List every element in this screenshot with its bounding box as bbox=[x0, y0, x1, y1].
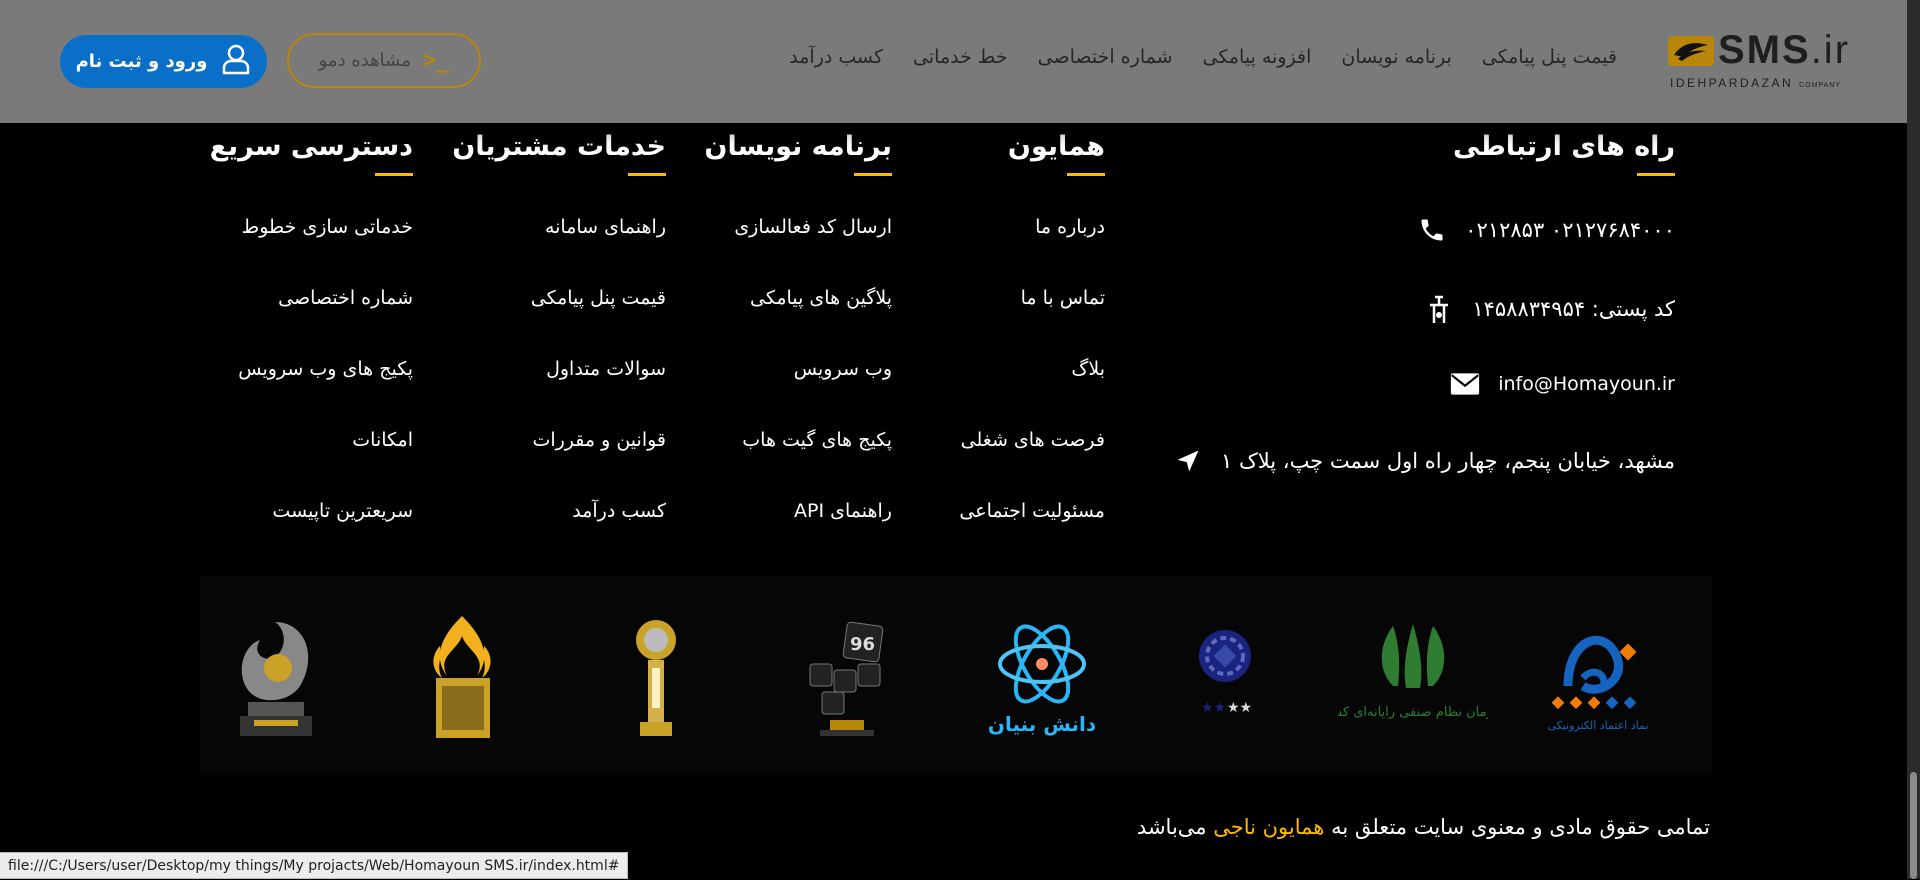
nav-link-dedicated-number[interactable]: شماره اختصاصی bbox=[1038, 46, 1173, 68]
footer-link-github-packages[interactable]: پکیج های گیت هاب bbox=[742, 429, 892, 451]
browser-status-url: file:///C:/Users/user/Desktop/my things/… bbox=[0, 852, 629, 879]
demo-button-label: مشاهده دمو bbox=[318, 50, 411, 71]
idc-award-number: 96 bbox=[850, 634, 875, 655]
homayoun-column: همایون درباره ما تماس با ما بلاگ فرصت ها… bbox=[959, 127, 1105, 571]
nezam-senfi-text: سازمان نظام صنفی رایانه‌ای کشور bbox=[1338, 705, 1488, 720]
daneshbonyan-badge[interactable]: دانش بنیان bbox=[980, 616, 1105, 741]
footer-link-line-service[interactable]: خدماتی سازی خطوط bbox=[242, 216, 413, 238]
footer-link-faq[interactable]: سوالات متداول bbox=[546, 358, 666, 380]
login-button-label: ورود و ثبت نام bbox=[75, 51, 208, 72]
contact-postal: کد پستی: ۱۴۵۸۸۳۴۹۵۴ bbox=[1424, 294, 1675, 324]
footer-link-contact[interactable]: تماس با ما bbox=[1021, 287, 1105, 309]
nezam-senfi-badge[interactable]: سازمان نظام صنفی رایانه‌ای کشور bbox=[1317, 616, 1508, 741]
postal-code: کد پستی: ۱۴۵۸۸۳۴۹۵۴ bbox=[1472, 297, 1675, 321]
enamad-badge[interactable]: نماد اعتماد الکترونیکی bbox=[1538, 616, 1658, 741]
footer-link-panel-price[interactable]: قیمت پنل پیامکی bbox=[531, 287, 666, 309]
footer-link-fastest-typist[interactable]: سریعترین تاپیست bbox=[272, 500, 413, 522]
enamad-badge-text: نماد اعتماد الکترونیکی bbox=[1547, 719, 1648, 732]
footer-link-careers[interactable]: فرصت های شغلی bbox=[961, 429, 1105, 451]
logo-company: IDEHPARDAZAN COMPANY bbox=[1670, 76, 1841, 90]
copyright-owner-link[interactable]: همایون ناجی bbox=[1213, 815, 1324, 839]
footer-link-earn-money[interactable]: کسب درآمد bbox=[572, 500, 666, 522]
location-arrow-icon bbox=[1173, 446, 1203, 476]
customer-services-column: خدمات مشتریان راهنمای سامانه قیمت پنل پی… bbox=[452, 127, 666, 571]
homayoun-heading: همایون bbox=[1007, 131, 1105, 162]
phone-numbers[interactable]: ۰۲۱۲۷۶۸۴۰۰۰ ۰۲۱۲۸۵۳ bbox=[1465, 218, 1675, 242]
copyright-suffix: می‌باشد bbox=[1136, 815, 1207, 839]
contact-heading: راه های ارتباطی bbox=[1453, 131, 1675, 162]
email-link[interactable]: info@Homayoun.ir bbox=[1498, 373, 1675, 395]
phone-icon bbox=[1417, 215, 1447, 245]
heading-underline bbox=[854, 173, 892, 176]
site-header: SMS.ir IDEHPARDAZAN COMPANY قیمت پنل پیام… bbox=[0, 0, 1907, 123]
main-nav: قیمت پنل پیامکی برنامه نویسان افزونه پیا… bbox=[789, 46, 1617, 68]
demo-button[interactable]: مشاهده دمو >_ bbox=[287, 33, 481, 88]
postal-code-icon bbox=[1424, 294, 1454, 324]
terminal-icon: >_ bbox=[422, 48, 450, 73]
customer-services-heading: خدمات مشتریان bbox=[452, 131, 666, 162]
contact-email: info@Homayoun.ir bbox=[1450, 369, 1675, 399]
user-icon bbox=[221, 43, 251, 80]
footer-link-web-service-packages[interactable]: پکیج های وب سرویس bbox=[238, 358, 413, 380]
footer-link-blog[interactable]: بلاگ bbox=[1071, 358, 1105, 380]
golden-trophy-award[interactable] bbox=[620, 616, 690, 741]
heading-underline bbox=[1067, 173, 1105, 176]
footer-link-dedicated-number[interactable]: شماره اختصاصی bbox=[278, 287, 413, 309]
contact-phone: ۰۲۱۲۷۶۸۴۰۰۰ ۰۲۱۲۸۵۳ bbox=[1417, 215, 1675, 245]
logo-wordmark: SMS.ir bbox=[1718, 28, 1851, 72]
svg-text:★★: ★★ bbox=[1201, 700, 1226, 716]
site-logo[interactable]: SMS.ir IDEHPARDAZAN COMPANY bbox=[1668, 28, 1850, 92]
envelope-icon bbox=[1450, 369, 1480, 399]
nav-link-earn-money[interactable]: کسب درآمد bbox=[789, 46, 883, 68]
footer-link-api-guide[interactable]: راهنمای API bbox=[794, 500, 892, 522]
nav-link-sms-plugin[interactable]: افزونه پیامکی bbox=[1203, 46, 1312, 68]
quick-access-heading: دسترسی سریع bbox=[209, 131, 413, 162]
footer-link-social-responsibility[interactable]: مسئولیت اجتماعی bbox=[959, 500, 1105, 522]
footer-link-system-guide[interactable]: راهنمای سامانه bbox=[545, 216, 666, 238]
copyright-prefix: تمامی حقوق مادی و معنوی سایت متعلق به bbox=[1331, 815, 1710, 839]
footer-link-web-service[interactable]: وب سرویس bbox=[794, 358, 892, 380]
copyright-text: تمامی حقوق مادی و معنوی سایت متعلق به هم… bbox=[1137, 815, 1710, 839]
quick-access-column: دسترسی سریع خدماتی سازی خطوط شماره اختصا… bbox=[210, 127, 413, 571]
flame-award[interactable] bbox=[422, 616, 504, 741]
trust-badges: نماد اعتماد الکترونیکی سازمان نظام صنفی … bbox=[200, 576, 1712, 773]
heading-underline bbox=[375, 173, 413, 176]
address-text: مشهد، خیابان پنجم، چهار راه اول سمت چپ، … bbox=[1220, 449, 1675, 473]
footer-link-features[interactable]: امکانات bbox=[352, 429, 413, 451]
nav-link-developers[interactable]: برنامه نویسان bbox=[1341, 46, 1451, 68]
footer-link-about[interactable]: درباره ما bbox=[1035, 216, 1105, 238]
daneshbonyan-text: دانش بنیان bbox=[988, 712, 1096, 736]
developers-heading: برنامه نویسان bbox=[704, 131, 892, 162]
nav-link-sms-panel-price[interactable]: قیمت پنل پیامکی bbox=[1482, 46, 1617, 68]
paisley-award[interactable] bbox=[230, 616, 320, 741]
developers-column: برنامه نویسان ارسال کد فعالسازی پلاگین ه… bbox=[704, 127, 892, 571]
footer-link-terms[interactable]: قوانین و مقررات bbox=[532, 429, 666, 451]
contact-address: مشهد، خیابان پنجم، چهار راه اول سمت چپ، … bbox=[1173, 446, 1675, 476]
contact-column: راه های ارتباطی bbox=[1453, 127, 1675, 176]
footer-link-activation-code[interactable]: ارسال کد فعالسازی bbox=[734, 216, 892, 238]
svg-text:★★: ★★ bbox=[1227, 700, 1252, 716]
heading-underline bbox=[628, 173, 666, 176]
heading-underline bbox=[1637, 173, 1675, 176]
samandehi-badge[interactable]: ★★ ★★ bbox=[1185, 616, 1265, 741]
bird-icon bbox=[1668, 36, 1714, 66]
login-register-button[interactable]: ورود و ثبت نام bbox=[60, 35, 267, 88]
scrollbar-thumb[interactable] bbox=[1910, 772, 1917, 879]
idc-award-badge[interactable]: 96 bbox=[800, 616, 890, 741]
nav-link-service-line[interactable]: خط خدماتی bbox=[913, 46, 1008, 68]
footer-link-sms-plugins[interactable]: پلاگین های پیامکی bbox=[750, 287, 892, 309]
page-scrollbar[interactable] bbox=[1907, 0, 1920, 879]
